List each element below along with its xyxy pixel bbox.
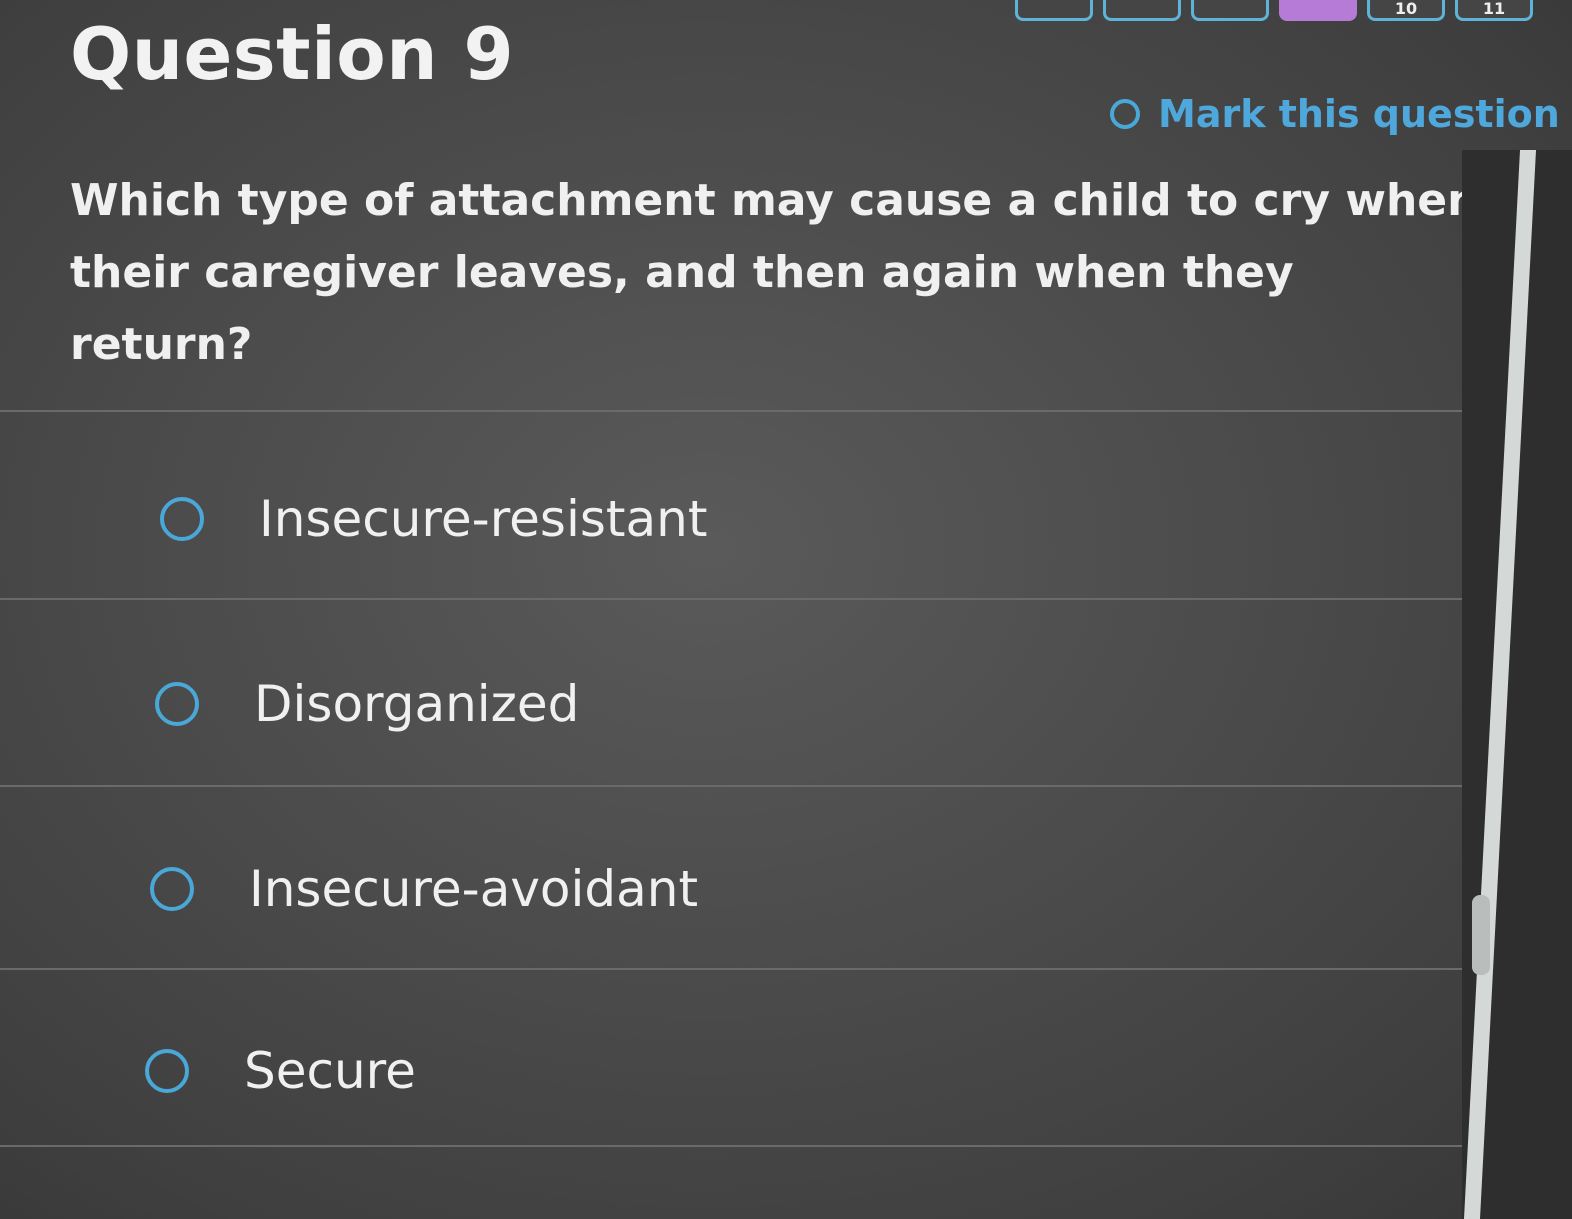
divider bbox=[0, 598, 1530, 600]
answer-option-insecure-avoidant[interactable]: Insecure-avoidant bbox=[150, 860, 698, 918]
question-navigator: 10 11 bbox=[1015, 0, 1533, 21]
scrollbar-thumb[interactable] bbox=[1472, 895, 1490, 975]
question-title: Question 9 bbox=[70, 12, 515, 96]
radio-icon[interactable] bbox=[155, 682, 199, 726]
mark-question-label: Mark this question bbox=[1158, 92, 1560, 136]
answer-option-secure[interactable]: Secure bbox=[145, 1042, 416, 1100]
option-label: Secure bbox=[244, 1042, 416, 1100]
question-prompt: Which type of attachment may cause a chi… bbox=[70, 175, 1479, 370]
scrollbar-track[interactable] bbox=[1463, 150, 1537, 1219]
question-nav-item-10[interactable]: 10 bbox=[1367, 0, 1445, 21]
divider bbox=[0, 1145, 1530, 1147]
answer-option-insecure-resistant[interactable]: Insecure-resistant bbox=[160, 490, 707, 548]
mark-radio-icon[interactable] bbox=[1110, 99, 1140, 129]
radio-icon[interactable] bbox=[145, 1049, 189, 1093]
question-nav-item[interactable] bbox=[1191, 0, 1269, 21]
screen-edge bbox=[1462, 150, 1572, 1219]
option-label: Insecure-resistant bbox=[259, 490, 708, 548]
question-nav-item[interactable] bbox=[1015, 0, 1093, 21]
mark-question-toggle[interactable]: Mark this question bbox=[1110, 92, 1560, 136]
answer-option-disorganized[interactable]: Disorganized bbox=[155, 675, 579, 733]
radio-icon[interactable] bbox=[160, 497, 204, 541]
divider bbox=[0, 968, 1530, 970]
divider bbox=[0, 785, 1530, 787]
question-nav-item-11[interactable]: 11 bbox=[1455, 0, 1533, 21]
radio-icon[interactable] bbox=[150, 867, 194, 911]
option-label: Insecure-avoidant bbox=[249, 860, 699, 918]
question-nav-item-current[interactable] bbox=[1279, 0, 1357, 21]
divider bbox=[0, 410, 1530, 412]
option-label: Disorganized bbox=[254, 675, 580, 733]
question-nav-item[interactable] bbox=[1103, 0, 1181, 21]
